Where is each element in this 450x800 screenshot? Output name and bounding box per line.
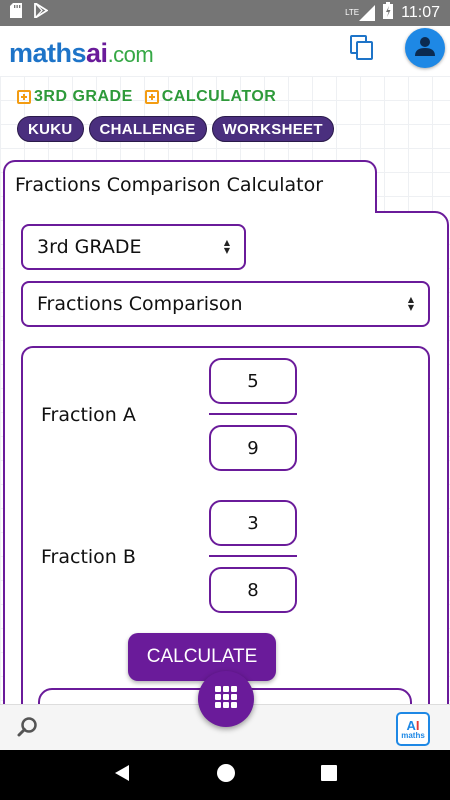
fraction-a-denominator-input[interactable]: 9	[209, 425, 297, 471]
breadcrumb-label: CALCULATOR	[161, 88, 277, 105]
kuku-button[interactable]: KUKU	[17, 116, 84, 142]
fraction-b-denominator-input[interactable]: 8	[209, 567, 297, 613]
main-content: 3RD GRADE CALCULATOR KUKU CHALLENGE WORK…	[0, 76, 450, 704]
challenge-button[interactable]: CHALLENGE	[88, 116, 207, 142]
breadcrumb-3rd-grade[interactable]: 3RD GRADE	[17, 88, 133, 106]
network-type: LTE	[345, 8, 360, 17]
clock: 11:07	[401, 4, 440, 21]
fraction-b-numerator-input[interactable]: 3	[209, 500, 297, 546]
tab-join	[5, 211, 375, 214]
status-bar: LTE 11:07	[0, 0, 450, 26]
type-select-value: Fractions Comparison	[37, 293, 243, 315]
ai-logo-maths: maths	[401, 730, 425, 740]
breadcrumb: 3RD GRADE CALCULATOR	[17, 88, 276, 106]
fraction-a-label: Fraction A	[41, 404, 136, 426]
mathsai-logo[interactable]: mathsai.com	[9, 38, 154, 69]
play-store-icon	[34, 1, 49, 23]
signal-icon: LTE	[345, 5, 376, 21]
topic-pills: KUKU CHALLENGE WORKSHEET	[17, 116, 334, 142]
recents-icon[interactable]	[321, 765, 338, 785]
android-nav-bar	[0, 750, 450, 800]
account-icon	[414, 35, 436, 61]
home-icon[interactable]	[216, 763, 236, 787]
grade-select[interactable]: 3rd GRADE ▲ ▼	[21, 224, 246, 270]
fraction-b-label: Fraction B	[41, 546, 136, 568]
fraction-a-numerator-input[interactable]: 5	[209, 358, 297, 404]
ai-logo-letters: AI	[406, 719, 419, 732]
ai-maths-logo[interactable]: AI maths	[396, 712, 430, 746]
search-icon[interactable]	[16, 715, 40, 739]
grid-icon	[215, 686, 237, 712]
menu-fab[interactable]	[198, 671, 254, 727]
plus-box-icon	[144, 90, 159, 104]
calculate-button[interactable]: CALCULATE	[128, 633, 276, 681]
plus-box-icon	[17, 90, 31, 104]
select-arrows-icon: ▲ ▼	[407, 295, 414, 312]
logo-dotcom: .com	[107, 42, 154, 67]
logo-maths: maths	[9, 38, 87, 68]
select-arrows-icon: ▲ ▼	[223, 238, 230, 255]
calculator-title-tab: Fractions Comparison Calculator	[3, 160, 377, 212]
battery-icon	[383, 2, 394, 24]
logo-ai: ai	[86, 38, 108, 68]
grade-select-value: 3rd GRADE	[37, 236, 142, 258]
account-button[interactable]	[405, 28, 445, 68]
calculator-type-select[interactable]: Fractions Comparison ▲ ▼	[21, 281, 430, 327]
fraction-a-bar	[209, 413, 297, 415]
sd-card-icon	[10, 3, 22, 23]
back-icon[interactable]	[113, 764, 131, 786]
breadcrumb-calculator[interactable]: CALCULATOR	[144, 88, 277, 106]
breadcrumb-label: 3RD GRADE	[34, 88, 133, 105]
worksheet-button[interactable]: WORKSHEET	[211, 116, 334, 142]
fraction-b-bar	[209, 555, 297, 557]
app-header: mathsai.com	[0, 26, 450, 76]
copy-icon[interactable]	[348, 34, 376, 62]
calculator-title: Fractions Comparison Calculator	[15, 174, 324, 196]
